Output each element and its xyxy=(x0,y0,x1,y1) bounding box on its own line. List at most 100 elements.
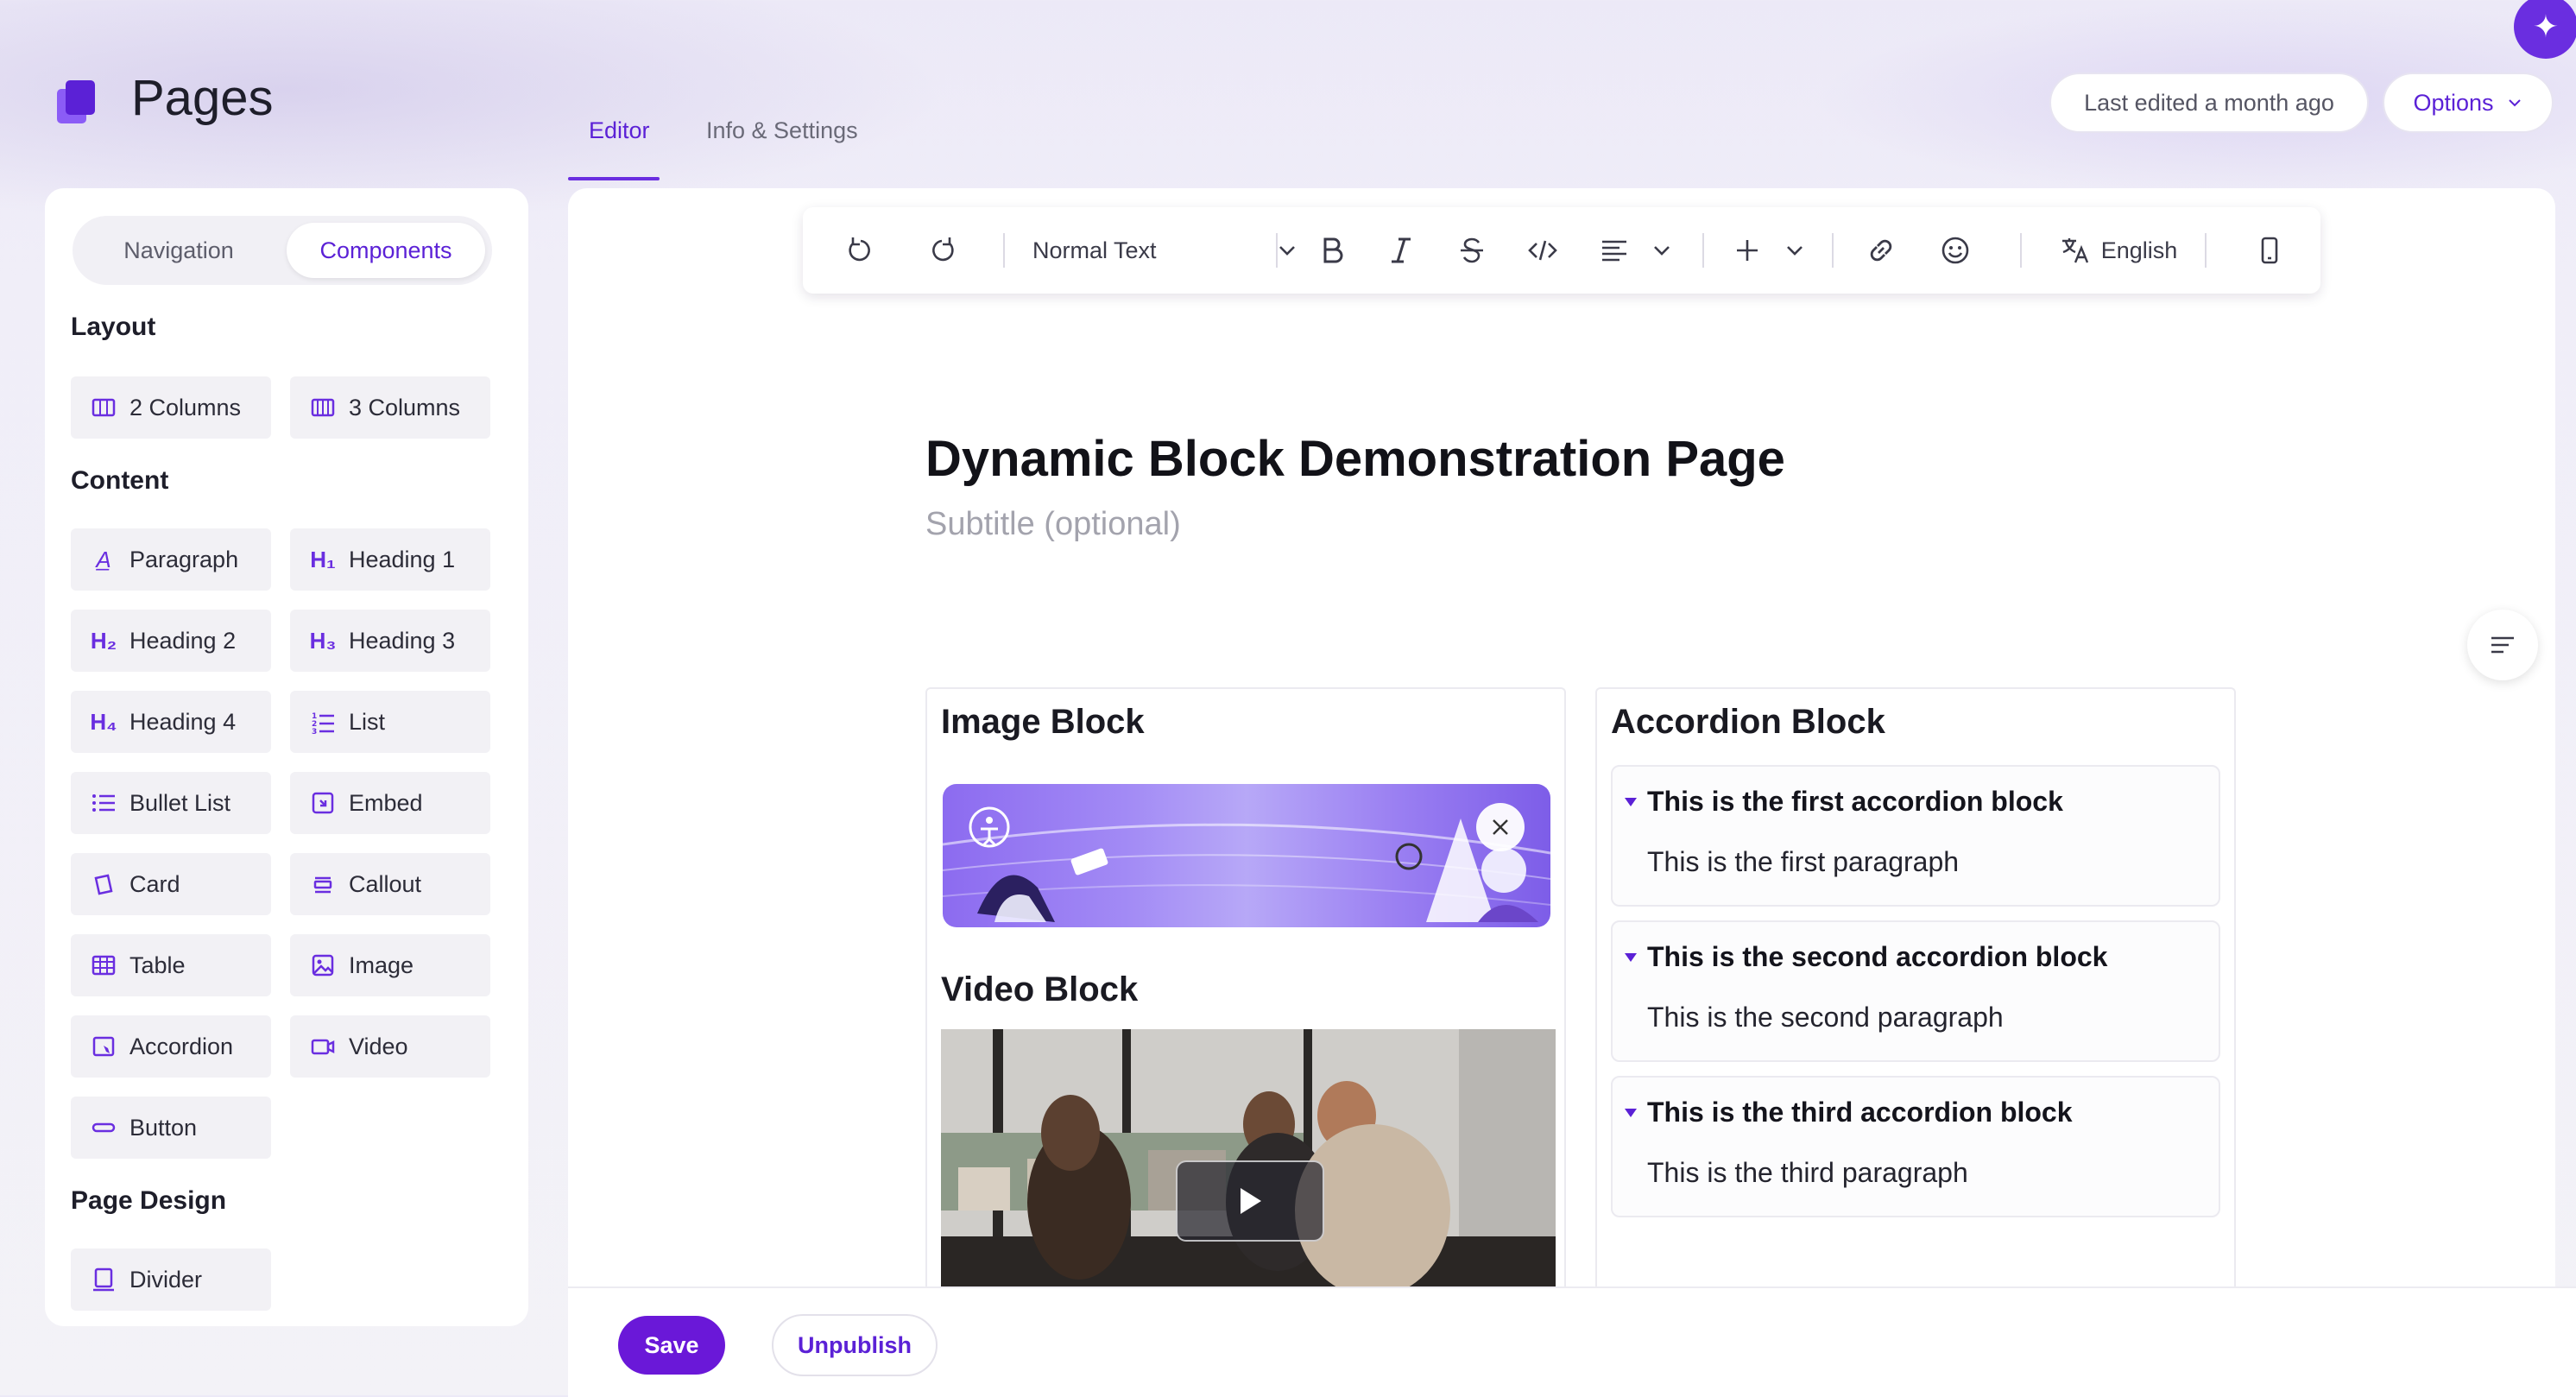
video-player[interactable] xyxy=(941,1029,1556,1293)
divider-icon xyxy=(90,1266,117,1293)
section-title-layout: Layout xyxy=(71,313,156,341)
components-sidebar: Navigation Components Layout 2 Columns 3… xyxy=(45,188,528,1326)
component-bullet-list[interactable]: Bullet List xyxy=(71,772,271,834)
accordion-block-title: Accordion Block xyxy=(1611,703,1885,741)
accordion-item[interactable]: This is the first accordion block This i… xyxy=(1611,765,2220,907)
image-block-title: Image Block xyxy=(941,703,1145,741)
component-label: Video xyxy=(349,1033,408,1059)
component-card[interactable]: Card xyxy=(71,853,271,915)
page-title[interactable]: Dynamic Block Demonstration Page xyxy=(925,430,1785,488)
mobile-preview-button[interactable] xyxy=(2250,231,2289,269)
component-label: Callout xyxy=(349,870,422,897)
accordion-heading[interactable]: This is the second accordion block xyxy=(1647,941,2107,973)
component-heading-4[interactable]: H₄ Heading 4 xyxy=(71,691,271,753)
tab-editor[interactable]: Editor xyxy=(589,117,650,144)
page-subtitle-input[interactable]: Subtitle (optional) xyxy=(925,506,1181,543)
component-heading-3[interactable]: H₃ Heading 3 xyxy=(290,610,490,672)
language-label: English xyxy=(2100,237,2178,263)
columns-2-icon xyxy=(90,394,117,421)
align-dropdown[interactable] xyxy=(1597,231,1675,269)
component-3-columns[interactable]: 3 Columns xyxy=(290,376,490,439)
plus-icon xyxy=(1737,240,1758,261)
component-label: Heading 4 xyxy=(129,708,237,735)
ai-sparkle-button[interactable]: ✦ xyxy=(2514,0,2576,59)
columns-3-icon xyxy=(309,394,337,421)
section-title-content: Content xyxy=(71,466,169,495)
component-heading-1[interactable]: H₁ Heading 1 xyxy=(290,528,490,591)
chevron-down-icon xyxy=(2508,99,2521,107)
video-block-title: Video Block xyxy=(941,970,1139,1008)
play-button[interactable] xyxy=(1176,1160,1324,1242)
sidebar-segmented-control: Navigation Components xyxy=(73,216,492,285)
accordion-body[interactable]: This is the first paragraph xyxy=(1647,846,1959,878)
code-button[interactable] xyxy=(1523,231,1563,269)
card-icon xyxy=(90,870,117,898)
emoji-button[interactable] xyxy=(1935,231,1975,269)
table-icon xyxy=(90,951,117,979)
heading-4-icon: H₄ xyxy=(90,708,117,735)
sparkle-icon: ✦ xyxy=(2532,9,2560,44)
strikethrough-button[interactable] xyxy=(1452,231,1492,269)
save-button[interactable]: Save xyxy=(618,1316,725,1375)
accordion-body[interactable]: This is the third paragraph xyxy=(1647,1157,1968,1189)
component-video[interactable]: Video xyxy=(290,1015,490,1078)
chevron-down-icon xyxy=(1654,246,1670,256)
component-label: Accordion xyxy=(129,1033,234,1059)
undo-button[interactable] xyxy=(839,231,879,269)
component-label: 3 Columns xyxy=(349,394,461,420)
bold-button[interactable] xyxy=(1312,231,1352,269)
callout-icon xyxy=(309,870,337,898)
accordion-heading[interactable]: This is the first accordion block xyxy=(1647,786,2063,818)
toolbar-separator xyxy=(2020,233,2022,268)
segment-components[interactable]: Components xyxy=(287,223,485,278)
component-paragraph[interactable]: A̲ Paragraph xyxy=(71,528,271,591)
component-button[interactable]: Button xyxy=(71,1097,271,1159)
undo-icon xyxy=(849,237,870,262)
unpublish-button[interactable]: Unpublish xyxy=(772,1314,938,1376)
component-label: Paragraph xyxy=(129,546,239,572)
accordion-icon xyxy=(90,1033,117,1060)
component-callout[interactable]: Callout xyxy=(290,853,490,915)
numbered-list-icon: 123 xyxy=(309,708,337,736)
image-icon xyxy=(309,951,337,979)
text-style-select[interactable]: Normal Text xyxy=(1032,231,1300,269)
video-icon xyxy=(309,1033,337,1060)
component-label: Divider xyxy=(129,1266,203,1293)
paragraph-icon: A̲ xyxy=(96,546,111,572)
language-button[interactable]: English xyxy=(2053,231,2182,269)
tab-info-settings[interactable]: Info & Settings xyxy=(706,117,858,144)
component-list[interactable]: 123 List xyxy=(290,691,490,753)
column-right: Accordion Block This is the first accord… xyxy=(1595,687,2236,1292)
button-icon xyxy=(90,1114,117,1141)
component-divider[interactable]: Divider xyxy=(71,1248,271,1311)
remove-image-button[interactable] xyxy=(1476,803,1525,851)
component-table[interactable]: Table xyxy=(71,934,271,996)
insert-dropdown[interactable] xyxy=(1730,231,1808,269)
translate-icon xyxy=(2061,238,2088,263)
link-button[interactable] xyxy=(1861,231,1901,269)
caret-down-icon xyxy=(1625,798,1637,806)
mobile-icon xyxy=(2261,237,2278,264)
accordion-item[interactable]: This is the third accordion block This i… xyxy=(1611,1076,2220,1217)
outline-toggle-button[interactable] xyxy=(2467,610,2538,680)
component-embed[interactable]: Embed xyxy=(290,772,490,834)
accordion-heading[interactable]: This is the third accordion block xyxy=(1647,1097,2073,1128)
accordion-body[interactable]: This is the second paragraph xyxy=(1647,1002,2004,1034)
italic-button[interactable] xyxy=(1381,231,1421,269)
caret-down-icon xyxy=(1625,1109,1637,1117)
embed-icon xyxy=(309,789,337,817)
redo-button[interactable] xyxy=(924,231,963,269)
formatting-toolbar: Normal Text English xyxy=(803,207,2320,294)
component-image[interactable]: Image xyxy=(290,934,490,996)
italic-icon xyxy=(1392,237,1411,263)
image-block-banner[interactable] xyxy=(943,784,1550,927)
segment-navigation[interactable]: Navigation xyxy=(79,223,278,278)
column-left: Image Block Video Block xyxy=(925,687,1566,1293)
component-label: Embed xyxy=(349,789,423,816)
accordion-item[interactable]: This is the second accordion block This … xyxy=(1611,920,2220,1062)
component-2-columns[interactable]: 2 Columns xyxy=(71,376,271,439)
component-accordion[interactable]: Accordion xyxy=(71,1015,271,1078)
component-heading-2[interactable]: H₂ Heading 2 xyxy=(71,610,271,672)
options-button[interactable]: Options xyxy=(2383,73,2554,133)
pages-logo-icon xyxy=(57,80,98,125)
